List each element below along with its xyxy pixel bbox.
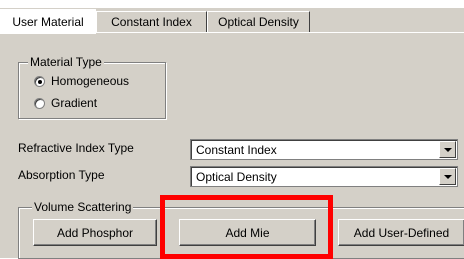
- refractive-index-value: Constant Index: [196, 143, 277, 157]
- radio-label: Homogeneous: [51, 74, 130, 88]
- absorption-type-label: Absorption Type: [18, 168, 105, 182]
- volume-scattering-title: Volume Scattering: [32, 200, 134, 214]
- tab-label: Optical Density: [218, 15, 299, 29]
- add-user-defined-button[interactable]: Add User-Defined: [338, 219, 464, 246]
- chevron-down-icon: [443, 174, 452, 179]
- radio-selected-icon: [34, 75, 45, 87]
- radio-gradient[interactable]: Gradient: [34, 96, 97, 110]
- tab-label: Constant Index: [111, 15, 192, 29]
- button-label: Add Phosphor: [56, 225, 134, 240]
- dropdown-button[interactable]: [439, 168, 456, 185]
- tab-constant-index[interactable]: Constant Index: [96, 11, 207, 32]
- material-dialog: User Material Constant Index Optical Den…: [0, 0, 464, 259]
- highlight-box: [160, 195, 333, 259]
- radio-unselected-icon: [34, 97, 45, 109]
- top-edge: [0, 0, 464, 8]
- button-label: Add User-Defined: [353, 225, 450, 240]
- tab-user-material[interactable]: User Material: [0, 9, 96, 34]
- absorption-type-select[interactable]: Optical Density: [190, 166, 458, 187]
- material-type-group: [18, 62, 166, 119]
- add-phosphor-button[interactable]: Add Phosphor: [33, 219, 157, 246]
- absorption-type-value: Optical Density: [196, 170, 277, 184]
- tab-label: User Material: [12, 15, 84, 29]
- material-type-title: Material Type: [28, 55, 104, 69]
- dropdown-button[interactable]: [439, 141, 456, 158]
- tab-optical-density[interactable]: Optical Density: [207, 11, 310, 32]
- refractive-index-select[interactable]: Constant Index: [190, 139, 458, 160]
- refractive-index-label: Refractive Index Type: [18, 141, 134, 155]
- radio-homogeneous[interactable]: Homogeneous: [34, 74, 129, 88]
- tab-divider: [96, 32, 464, 33]
- chevron-down-icon: [443, 147, 452, 152]
- radio-label: Gradient: [51, 96, 98, 110]
